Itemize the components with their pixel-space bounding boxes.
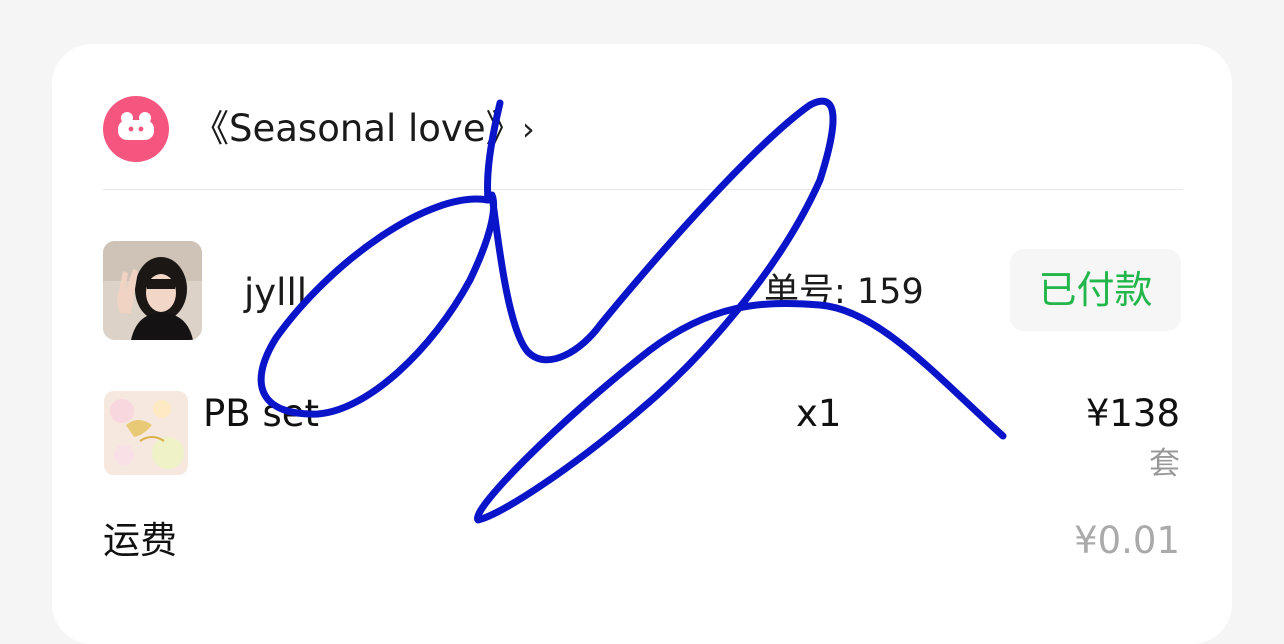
- avatar[interactable]: [103, 241, 202, 340]
- shop-logo-icon[interactable]: [103, 96, 169, 162]
- buyer-name: jylll: [244, 271, 308, 314]
- product-unit: 套: [1149, 446, 1180, 482]
- shipping-label: 运费: [103, 519, 177, 562]
- chevron-right-icon[interactable]: ›: [522, 111, 535, 147]
- shop-name[interactable]: 《Seasonal love》: [192, 106, 523, 152]
- order-number: 单号: 159: [764, 272, 924, 312]
- product-thumbnail[interactable]: [104, 391, 188, 475]
- status-badge[interactable]: 已付款: [1010, 249, 1181, 331]
- product-name: PB set: [203, 392, 320, 435]
- product-price: ¥138: [1085, 392, 1180, 435]
- divider: [103, 189, 1183, 190]
- shipping-fee: ¥0.01: [1074, 519, 1180, 562]
- product-quantity: x1: [796, 392, 842, 435]
